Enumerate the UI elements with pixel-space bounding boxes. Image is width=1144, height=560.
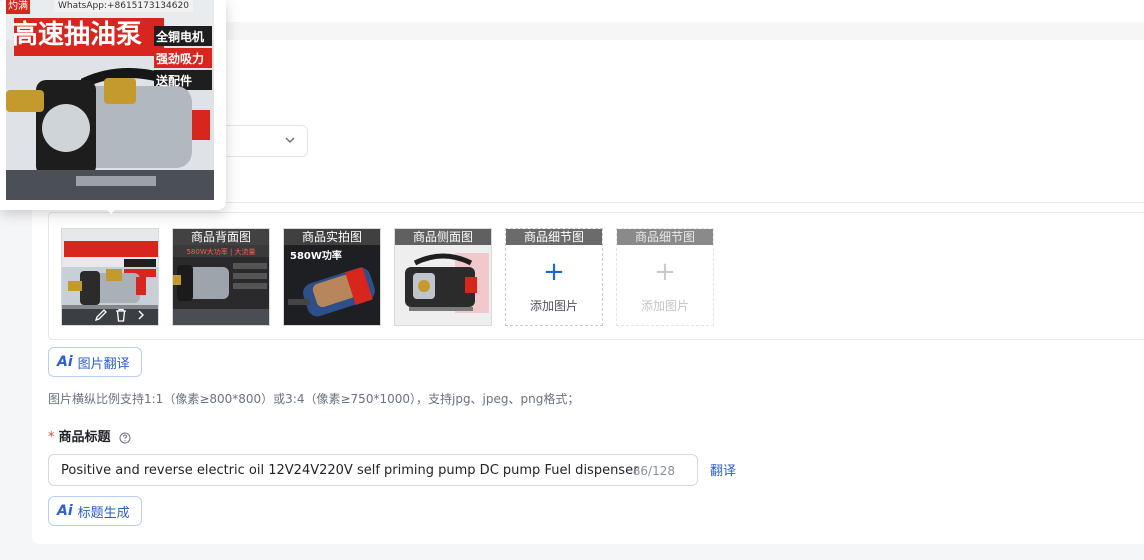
title-input[interactable]: Positive and reverse electric oil 12V24V… [48,454,698,486]
image-preview-popup: 灼满 WhatsApp:+8615173134620 高速抽油泵 全铜电机 强劲… [0,0,226,214]
image-slot-side[interactable]: 商品侧面图 [394,228,492,326]
image-slot-real[interactable]: 商品实拍图 580W功率 [283,228,381,326]
delete-icon[interactable] [114,308,128,322]
image-slot-label: 商品实拍图 [284,229,380,245]
plus-icon: + [654,257,676,287]
image-slot-detail-disabled: 商品细节图 + 添加图片 [616,228,714,326]
plus-icon: + [543,257,565,287]
title-field-label: * 商品标题 [48,426,131,445]
thumb-caption: 580W功率 [290,251,342,262]
popup-arrow [104,206,118,214]
add-image-label: 添加图片 [529,299,578,313]
edit-icon[interactable] [94,308,108,322]
image-translate-label: 图片翻译 [77,356,130,372]
title-generate-button[interactable]: Ai 标题生成 [48,496,142,526]
title-input-value[interactable]: Positive and reverse electric oil 12V24V… [61,463,638,478]
image-translate-button[interactable]: Ai 图片翻译 [48,347,142,377]
char-counter: 86/128 [632,464,675,478]
add-image-label: 添加图片 [640,299,689,313]
poster-headline: 高速抽油泵 [12,20,143,50]
image-format-hint: 图片横纵比例支持1:1（像素≥800*800）或3:4（像素≥750*1000）… [48,392,580,406]
ai-icon: Ai [57,354,73,370]
preview-image: 灼满 WhatsApp:+8615173134620 高速抽油泵 全铜电机 强劲… [6,0,214,200]
image-slot-main[interactable] [61,228,159,326]
image-slot-label: 商品细节图 [506,229,602,245]
required-mark: * [48,430,55,445]
image-slot-label: 商品背面图 [173,229,269,245]
title-translate-link[interactable]: 翻译 [710,460,736,479]
image-slot-label: 商品细节图 [617,229,713,245]
corner-tag: 灼满 [6,0,30,14]
chevron-down-icon [285,137,295,144]
title-generate-label: 标题生成 [77,505,130,521]
image-slot-back[interactable]: 商品背面图 580W大功率 | 大流量 [172,228,270,326]
image-slot-detail-add[interactable]: 商品细节图 + 添加图片 [505,228,603,326]
image-slot-label: 商品侧面图 [395,229,491,245]
watermark-text: WhatsApp:+8615173134620 [54,0,193,12]
image-actions-bar [62,305,158,325]
help-icon[interactable] [119,432,131,444]
poster-badge: 送配件 [156,74,193,88]
title-label-text: 商品标题 [58,430,111,445]
poster-badge: 全铜电机 [156,30,205,44]
ai-icon: Ai [57,503,73,519]
thumb-caption: 580W大功率 | 大流量 [186,248,256,256]
chevron-right-icon[interactable] [134,308,148,322]
poster-badge: 强劲吸力 [156,52,205,66]
